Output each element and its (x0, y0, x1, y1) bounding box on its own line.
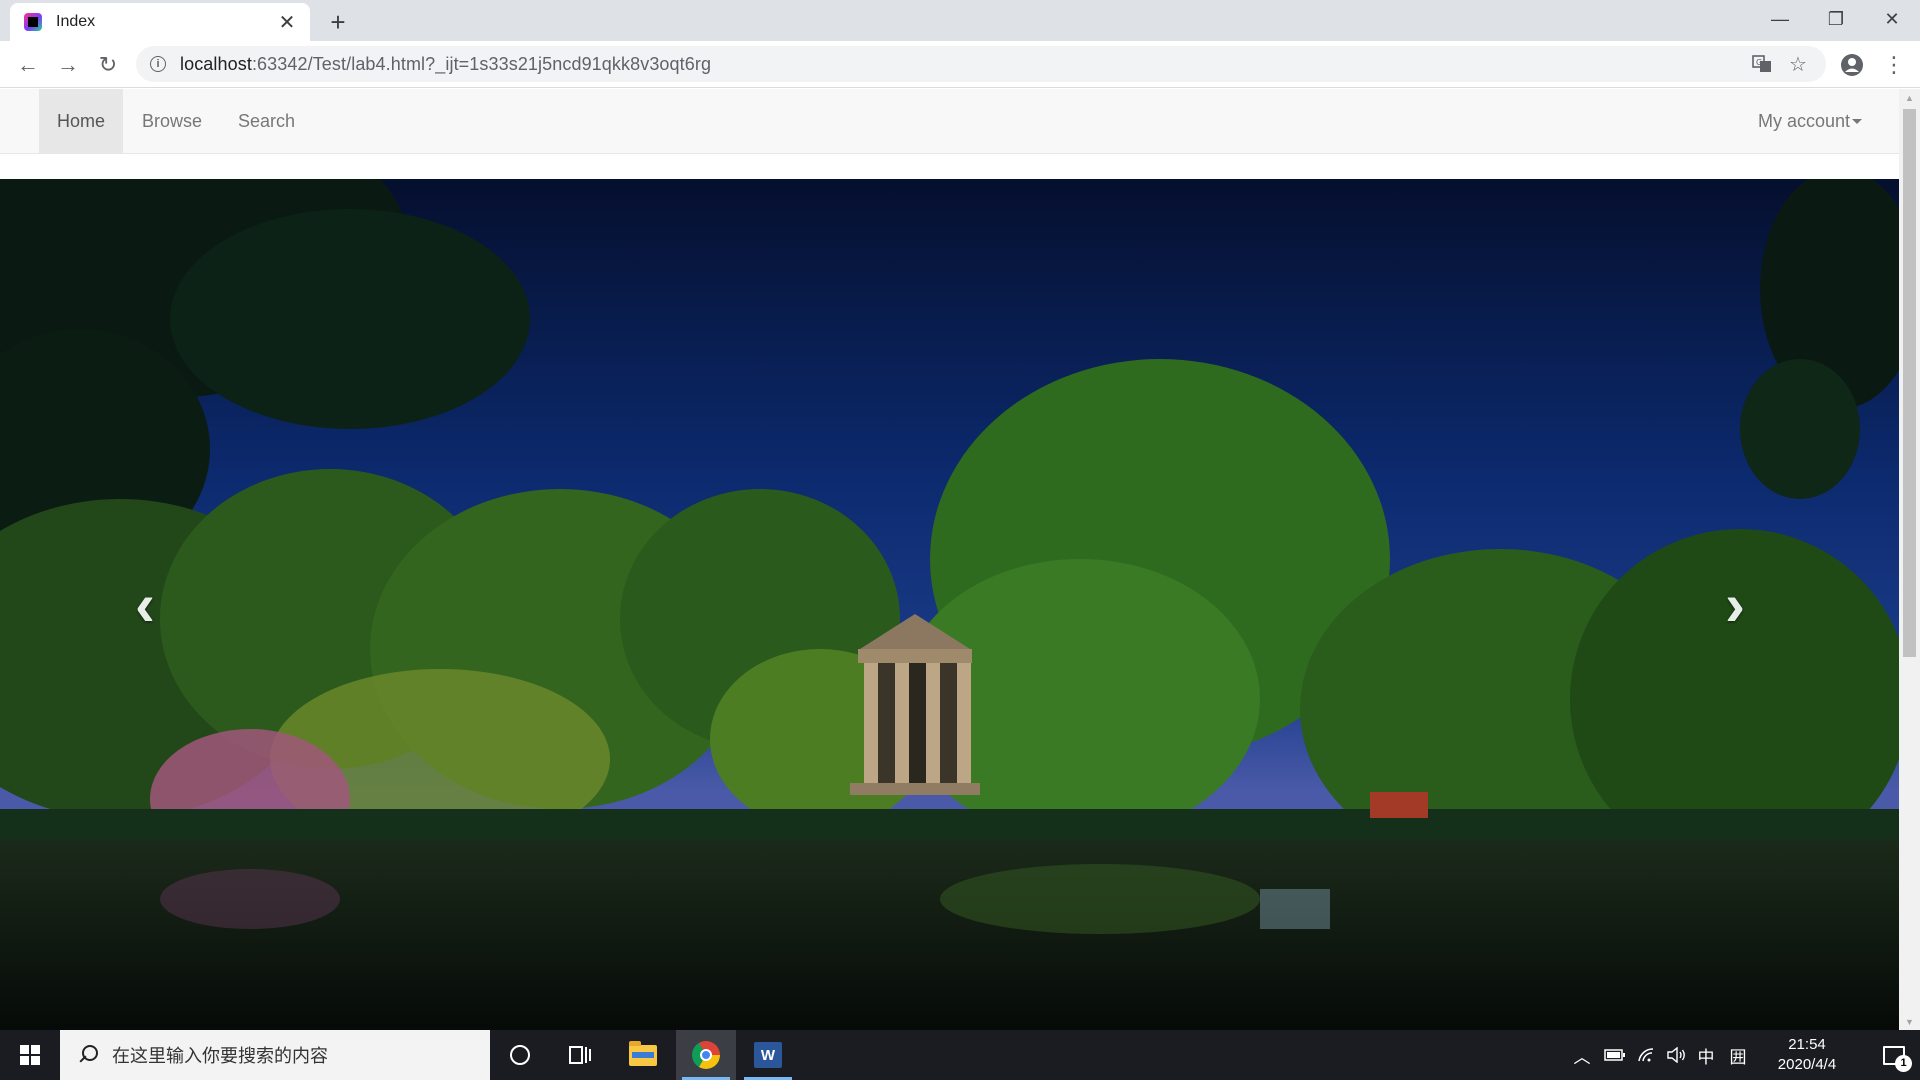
url-host: localhost (180, 53, 252, 74)
network-wifi-icon[interactable] (1632, 1030, 1662, 1080)
nav-search[interactable]: Search (220, 89, 313, 153)
file-explorer-button[interactable] (613, 1030, 673, 1080)
nav-browse[interactable]: Browse (124, 89, 220, 153)
cortana-button[interactable] (490, 1030, 550, 1080)
nav-home[interactable]: Home (39, 89, 124, 153)
back-arrow-icon[interactable]: ← (12, 49, 44, 81)
carousel-slide-image (0, 179, 1899, 1030)
webstorm-favicon-icon (24, 13, 42, 31)
search-icon (76, 1044, 98, 1066)
taskbar-search-box[interactable]: 在这里输入你要搜索的内容 (60, 1030, 490, 1080)
notification-count-badge: 1 (1895, 1054, 1912, 1072)
show-hidden-icons-chevron-icon[interactable]: ︿ (1570, 1030, 1594, 1080)
start-button[interactable] (0, 1030, 60, 1080)
folder-icon (629, 1040, 657, 1066)
page-viewport: Home Browse Search My account ‹ › ▲ ▼ (0, 89, 1920, 1030)
cortana-circle-icon (510, 1045, 530, 1065)
address-bar[interactable]: i localhost:63342/Test/lab4.html?_ijt=1s… (136, 46, 1826, 82)
browser-tab[interactable]: Index ✕ (10, 3, 310, 41)
bookmark-star-icon[interactable]: ☆ (1782, 48, 1814, 80)
browser-toolbar: ← → ↻ i localhost:63342/Test/lab4.html?_… (0, 41, 1920, 88)
word-icon: W (754, 1042, 782, 1068)
action-center-button[interactable]: 1 (1868, 1030, 1920, 1080)
svg-text:G: G (1756, 58, 1762, 67)
chrome-taskbar-button[interactable] (676, 1030, 736, 1080)
carousel-next-chevron-icon[interactable]: › (1700, 559, 1770, 649)
reload-icon[interactable]: ↻ (92, 49, 124, 81)
battery-icon[interactable] (1600, 1030, 1630, 1080)
task-view-icon (569, 1046, 591, 1064)
scrollbar-thumb[interactable] (1903, 109, 1916, 657)
chrome-icon (692, 1041, 720, 1069)
forward-arrow-icon[interactable]: → (52, 49, 84, 81)
volume-speaker-icon[interactable] (1662, 1030, 1692, 1080)
restore-icon[interactable]: ❐ (1808, 0, 1864, 38)
site-navbar: Home Browse Search My account (0, 89, 1899, 154)
clock-date: 2020/4/4 (1777, 1056, 1837, 1073)
tab-title: Index (56, 13, 96, 30)
site-info-icon[interactable]: i (150, 56, 166, 72)
close-tab-icon[interactable]: ✕ (276, 11, 298, 34)
new-tab-button[interactable]: + (322, 6, 354, 38)
url-text[interactable]: localhost:63342/Test/lab4.html?_ijt=1s33… (180, 54, 711, 75)
minimize-icon[interactable]: — (1752, 0, 1808, 38)
close-window-icon[interactable]: ✕ (1864, 0, 1920, 38)
nav-my-account-dropdown[interactable]: My account (1740, 89, 1880, 153)
my-account-label: My account (1758, 110, 1851, 131)
clock-time: 21:54 (1788, 1036, 1826, 1053)
browser-tab-strip: Index ✕ + — ❐ ✕ (0, 0, 1920, 41)
vertical-scrollbar[interactable]: ▲ ▼ (1899, 89, 1920, 1030)
word-taskbar-button[interactable]: W (738, 1030, 798, 1080)
carousel-prev-chevron-icon[interactable]: ‹ (110, 559, 180, 649)
url-path: :63342/Test/lab4.html?_ijt=1s33s21j5ncd9… (251, 53, 712, 74)
profile-avatar-icon[interactable] (1836, 49, 1868, 81)
task-view-button[interactable] (550, 1030, 610, 1080)
scroll-up-arrow-icon[interactable]: ▲ (1899, 89, 1920, 106)
caret-down-icon (1852, 118, 1863, 124)
ime-language-indicator[interactable]: 中 (1692, 1030, 1720, 1080)
taskbar-search-placeholder: 在这里输入你要搜索的内容 (112, 1046, 328, 1066)
ime-layout-indicator[interactable]: 囲 (1724, 1030, 1752, 1080)
menu-kebab-icon[interactable]: ⋮ (1878, 49, 1910, 81)
windows-logo-icon (20, 1045, 40, 1065)
image-carousel: ‹ › (0, 179, 1899, 1030)
taskbar-clock[interactable]: 21:54 2020/4/4 (1760, 1035, 1854, 1075)
windows-taskbar: 在这里输入你要搜索的内容 W ︿ 中 囲 21:54 2020/4/4 1 (0, 1030, 1920, 1080)
notification-icon: 1 (1883, 1045, 1912, 1072)
scroll-down-arrow-icon[interactable]: ▼ (1899, 1013, 1920, 1030)
translate-icon[interactable]: G (1746, 48, 1778, 80)
